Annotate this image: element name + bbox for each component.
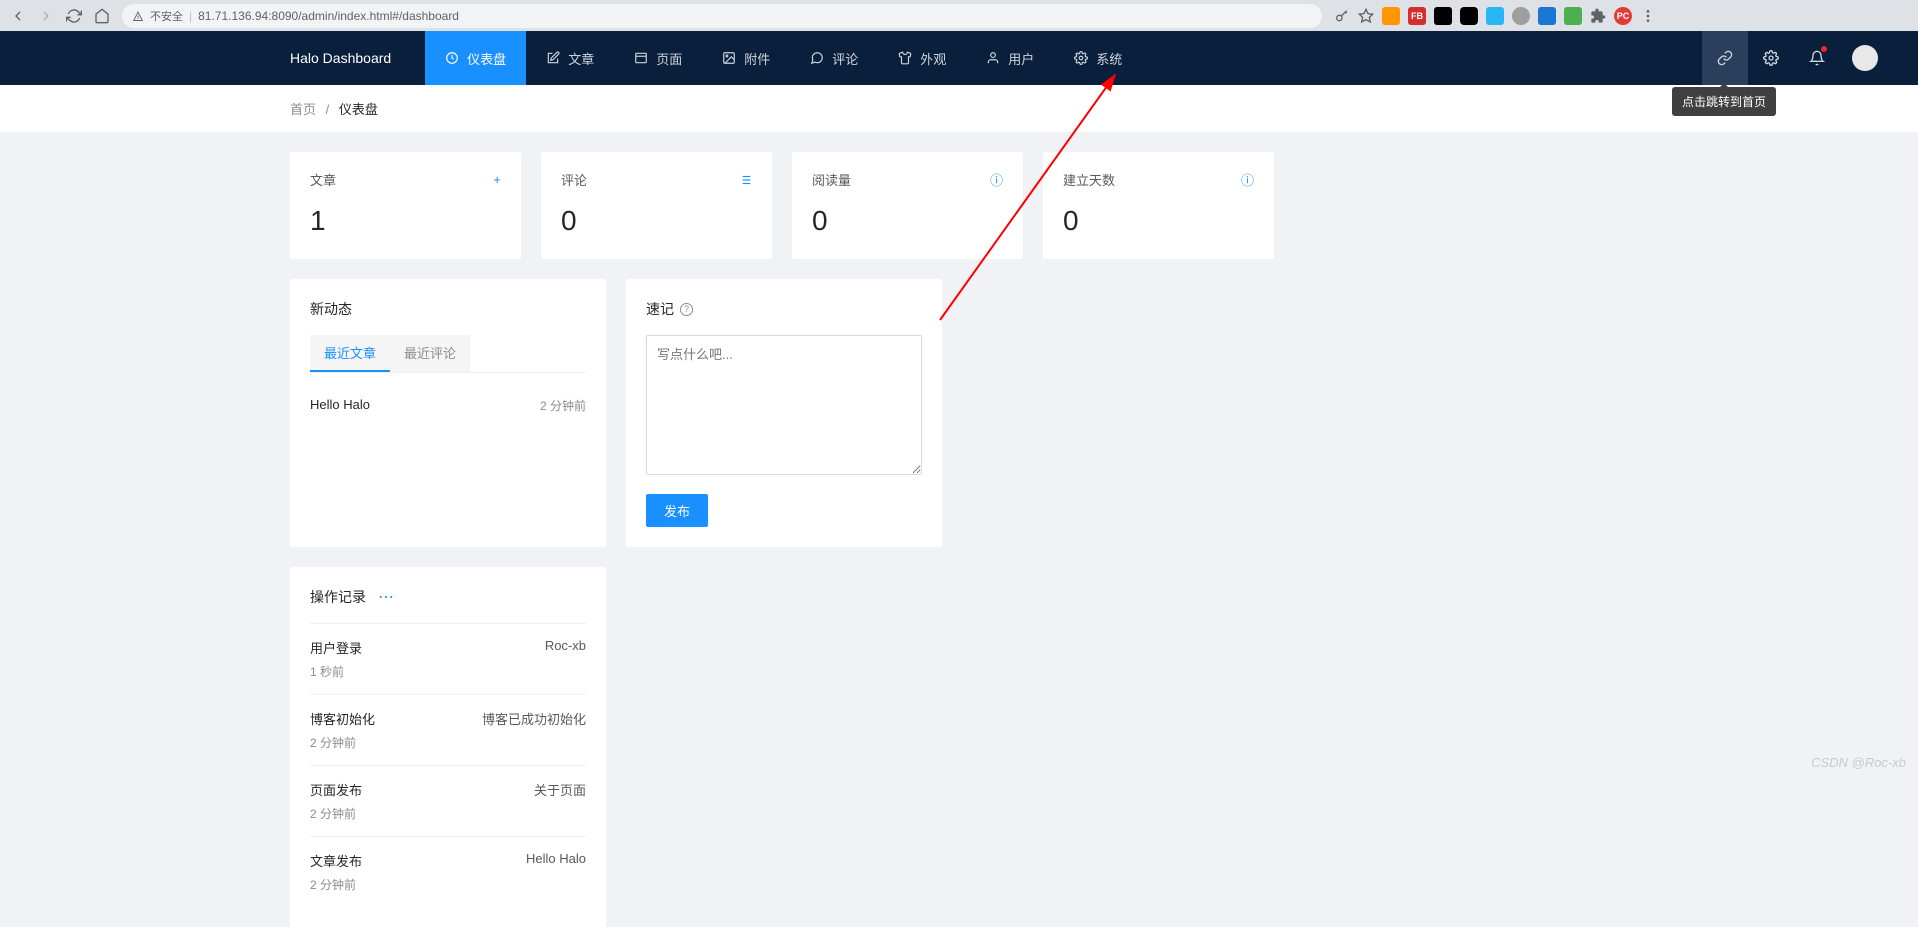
nav-dashboard[interactable]: 仪表盘 <box>425 31 526 85</box>
ext-icon[interactable] <box>1564 7 1582 25</box>
log-item: 用户登录1 秒前 Roc-xb <box>310 623 586 694</box>
log-item: 页面发布2 分钟前 关于页面 <box>310 765 586 836</box>
tooltip: 点击跳转到首页 <box>1672 87 1776 116</box>
profile-icon[interactable]: PC <box>1614 7 1632 25</box>
tab-recent-comments[interactable]: 最近评论 <box>390 335 470 372</box>
breadcrumb-bar: 首页 / 仪表盘 <box>0 85 1918 132</box>
quicknote-textarea[interactable] <box>646 335 922 475</box>
address-bar[interactable]: 不安全 | 81.71.136.94:8090/admin/index.html… <box>122 4 1322 28</box>
home-icon[interactable] <box>94 8 110 24</box>
tab-recent-posts[interactable]: 最近文章 <box>310 335 390 372</box>
forward-icon[interactable] <box>38 8 54 24</box>
info-icon[interactable]: ⓘ <box>1241 170 1254 189</box>
user-icon <box>986 51 1000 65</box>
top-navigation: Halo Dashboard 仪表盘 文章 页面 附件 评论 外观 用户 <box>0 31 1918 85</box>
dashboard-icon <box>445 51 459 65</box>
list-icon[interactable] <box>738 173 752 187</box>
browser-extensions: FB PC <box>1334 7 1656 25</box>
ext-icon[interactable] <box>1538 7 1556 25</box>
nav-pages[interactable]: 页面 <box>614 31 702 85</box>
image-icon <box>722 51 736 65</box>
info-icon[interactable]: ⓘ <box>990 170 1003 189</box>
reload-icon[interactable] <box>66 8 82 24</box>
back-icon[interactable] <box>10 8 26 24</box>
security-label: 不安全 <box>150 8 183 24</box>
breadcrumb-home[interactable]: 首页 <box>290 102 316 117</box>
nav-system[interactable]: 系统 <box>1054 31 1142 85</box>
gear-icon <box>1763 50 1779 66</box>
ext-icon[interactable]: FB <box>1408 7 1426 25</box>
stat-card-comments: 评论 0 <box>541 152 772 259</box>
settings-button[interactable] <box>1748 31 1794 85</box>
link-button[interactable]: 点击跳转到首页 <box>1702 31 1748 85</box>
help-icon[interactable]: ? <box>680 303 693 316</box>
brand-title: Halo Dashboard <box>256 50 425 66</box>
ext-icon[interactable] <box>1434 7 1452 25</box>
page-icon <box>634 51 648 65</box>
publish-button[interactable]: 发布 <box>646 494 708 527</box>
notification-button[interactable] <box>1794 31 1840 85</box>
ext-icon[interactable] <box>1460 7 1478 25</box>
star-icon[interactable] <box>1358 8 1374 24</box>
url-text: 81.71.136.94:8090/admin/index.html#/dash… <box>198 9 459 23</box>
list-item[interactable]: Hello Halo 2 分钟前 <box>310 391 586 420</box>
insecure-icon <box>132 10 144 22</box>
gear-icon <box>1074 51 1088 65</box>
nav-posts[interactable]: 文章 <box>526 31 614 85</box>
avatar[interactable] <box>1852 45 1878 71</box>
nav-attachments[interactable]: 附件 <box>702 31 790 85</box>
ext-icon[interactable] <box>1486 7 1504 25</box>
panel-logs: 操作记录 ⋯ 用户登录1 秒前 Roc-xb 博客初始化2 分钟前 博客已成功初… <box>290 567 606 927</box>
menu-icon[interactable] <box>1640 8 1656 24</box>
ext-icon[interactable] <box>1512 7 1530 25</box>
key-icon[interactable] <box>1334 8 1350 24</box>
skin-icon <box>898 51 912 65</box>
stat-card-days: 建立天数ⓘ 0 <box>1043 152 1274 259</box>
stat-card-posts: 文章+ 1 <box>290 152 521 259</box>
log-item: 文章发布2 分钟前 Hello Halo <box>310 836 586 907</box>
panel-title: 操作记录 ⋯ <box>310 587 586 607</box>
more-icon[interactable]: ⋯ <box>378 587 395 607</box>
breadcrumb-current: 仪表盘 <box>339 102 378 117</box>
nav-comments[interactable]: 评论 <box>790 31 878 85</box>
comment-icon <box>810 51 824 65</box>
ext-icon[interactable] <box>1382 7 1400 25</box>
stat-card-views: 阅读量ⓘ 0 <box>792 152 1023 259</box>
panel-title: 速记 ? <box>646 299 922 319</box>
nav-users[interactable]: 用户 <box>966 31 1054 85</box>
link-icon <box>1717 50 1733 66</box>
notification-badge <box>1820 45 1828 53</box>
browser-toolbar: 不安全 | 81.71.136.94:8090/admin/index.html… <box>0 0 1918 31</box>
panel-title: 新动态 <box>310 299 586 319</box>
log-item: 博客初始化2 分钟前 博客已成功初始化 <box>310 694 586 765</box>
plus-icon[interactable]: + <box>493 172 501 187</box>
panel-trends: 新动态 最近文章 最近评论 Hello Halo 2 分钟前 <box>290 279 606 547</box>
watermark: CSDN @Roc-xb <box>1811 755 1906 770</box>
panel-quicknote: 速记 ? 发布 <box>626 279 942 547</box>
puzzle-icon[interactable] <box>1590 8 1606 24</box>
nav-appearance[interactable]: 外观 <box>878 31 966 85</box>
edit-icon <box>546 51 560 65</box>
